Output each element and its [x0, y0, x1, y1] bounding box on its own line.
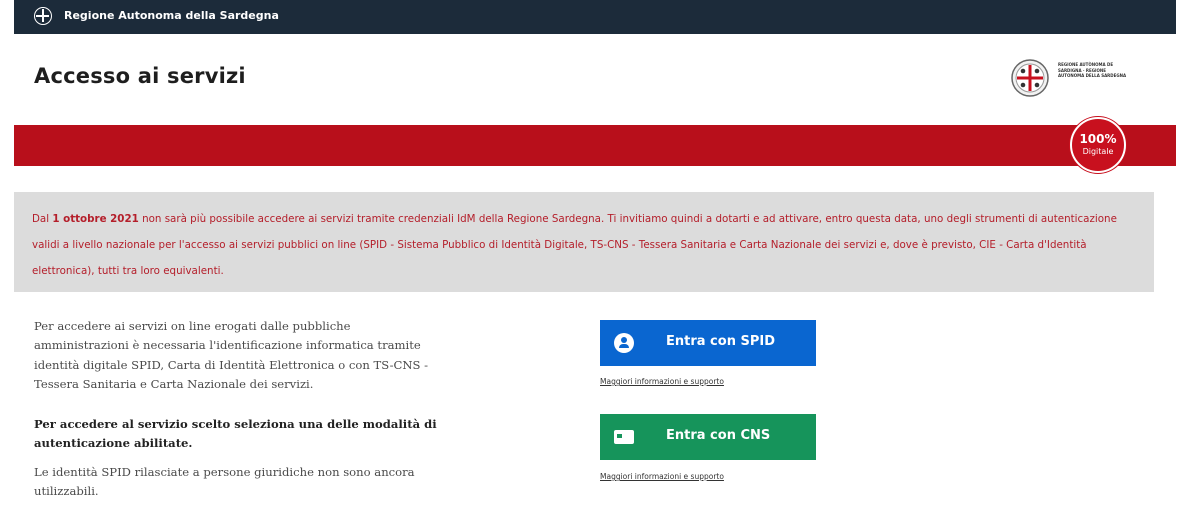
region-crest-icon — [1011, 59, 1049, 97]
user-icon — [614, 333, 634, 353]
page-title: Accesso ai servizi — [34, 64, 246, 88]
notice-date: 1 ottobre 2021 — [52, 213, 139, 225]
notice-text: Dal 1 ottobre 2021 non sarà più possibil… — [32, 206, 1140, 284]
notice-body: non sarà più possibile accedere ai servi… — [32, 213, 1117, 277]
intro-paragraph: Per accedere ai servizi on line erogati … — [34, 319, 429, 392]
top-bar: Regione Autonoma della Sardegna — [14, 0, 1176, 34]
notice-prefix: Dal — [32, 213, 53, 225]
card-icon — [614, 430, 634, 444]
region-logo-text: REGIONE AUTÒNOMA DE SARDIGNA · REGIONE A… — [1058, 62, 1127, 78]
spid-login-button[interactable]: Entra con SPID — [600, 320, 816, 366]
spid-help-link[interactable]: Maggiori informazioni e supporto — [600, 377, 724, 386]
badge-label: Digitale — [1082, 147, 1114, 156]
cns-login-button[interactable]: Entra con CNS — [600, 414, 816, 460]
cns-button-label: Entra con CNS — [666, 428, 771, 443]
badge-percent: 100% — [1079, 132, 1117, 146]
spid-button-label: Entra con SPID — [666, 334, 775, 349]
intro-section: Per accedere ai servizi on line erogati … — [34, 317, 437, 498]
brand-name[interactable]: Regione Autonoma della Sardegna — [64, 9, 279, 22]
region-logo[interactable]: REGIONE AUTÒNOMA DE SARDIGNA · REGIONE A… — [1010, 56, 1134, 100]
region-crest-icon — [34, 7, 52, 25]
red-banner — [14, 125, 1176, 166]
cns-help-link[interactable]: Maggiori informazioni e supporto — [600, 472, 724, 481]
digital-badge: 100% Digitale — [1070, 117, 1126, 173]
spid-note: Le identità SPID rilasciate a persone gi… — [34, 465, 415, 499]
select-instruction: Per accedere al servizio scelto selezion… — [34, 417, 437, 451]
notice-box: Dal 1 ottobre 2021 non sarà più possibil… — [14, 192, 1154, 292]
